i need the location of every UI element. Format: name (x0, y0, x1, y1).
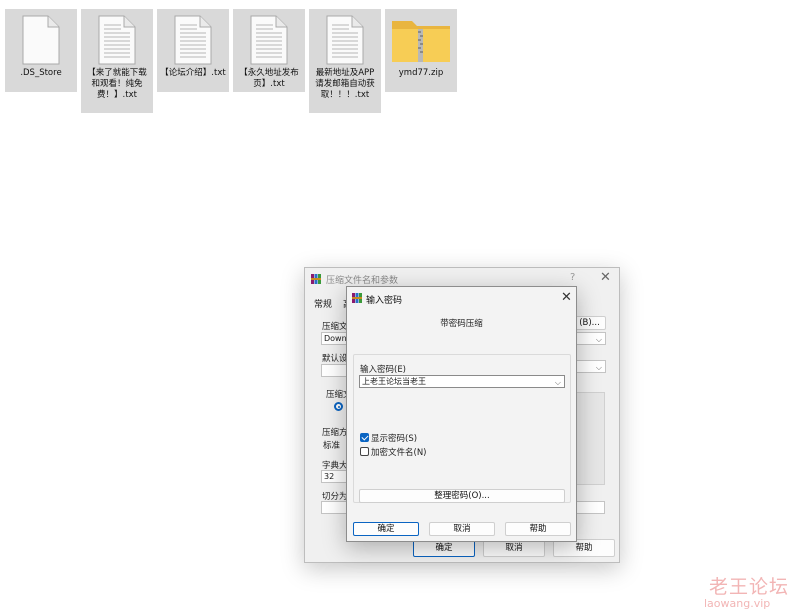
archive-dialog-title: 压缩文件名和参数 (326, 276, 399, 286)
file-name: 【论坛介绍】.txt (160, 68, 226, 78)
password-dialog[interactable]: 输入密码 ✕ 带密码压缩 输入密码(E) 上老王论坛当老王 ⌵ 显示密码(S) … (346, 286, 577, 542)
chevron-down-icon: ⌵ (595, 363, 602, 372)
zip-folder-icon (392, 21, 450, 62)
file-name: .DS_Store (20, 68, 62, 78)
dictionary-size-input[interactable]: 32 (321, 470, 347, 483)
winrar-icon (352, 293, 362, 303)
file-item-txt-download[interactable]: 【来了就能下载和观看！纯免费！】.txt (81, 9, 153, 113)
text-file-icon (250, 15, 288, 65)
encrypt-filenames-label[interactable]: 加密文件名(N) (371, 446, 427, 458)
file-name: 【永久地址发布页】.txt (239, 68, 299, 89)
split-volume-input[interactable] (321, 501, 347, 514)
file-item-zip[interactable]: ymd77.zip (385, 9, 457, 92)
close-icon[interactable]: ✕ (561, 290, 572, 305)
text-file-icon (326, 15, 364, 65)
chevron-down-icon: ⌵ (595, 335, 602, 344)
password-input[interactable]: 上老王论坛当老王 ⌵ (359, 375, 565, 388)
password-dialog-titlebar[interactable]: 输入密码 ✕ (347, 287, 576, 307)
organize-passwords-button[interactable]: 整理密码(O)... (359, 489, 565, 503)
winrar-icon (311, 274, 321, 284)
file-item-txt-forum-intro[interactable]: 【论坛介绍】.txt (157, 9, 229, 92)
encrypt-filenames-checkbox[interactable] (360, 447, 369, 456)
archive-format-label: 压缩文 (326, 390, 348, 400)
help-button[interactable]: 帮助 (505, 522, 571, 536)
close-icon[interactable]: ✕ (600, 270, 611, 285)
chevron-down-icon: ⌵ (554, 378, 561, 387)
compression-method-label: 压缩方 (322, 428, 348, 438)
archive-name-label: 压缩文 (322, 322, 348, 332)
file-name: 【来了就能下载和观看！纯免费！】.txt (87, 68, 147, 100)
default-profile-label: 默认设 (322, 354, 348, 364)
file-item-ds-store[interactable]: .DS_Store (5, 9, 77, 92)
show-password-checkbox[interactable] (360, 433, 369, 442)
text-file-icon (174, 15, 212, 65)
file-name: ymd77.zip (398, 68, 444, 78)
cancel-button[interactable]: 取消 (429, 522, 495, 536)
password-dialog-title: 输入密码 (366, 296, 403, 306)
file-item-txt-latest-address[interactable]: 最新地址及APP请发邮箱自动获取！！！.txt (309, 9, 381, 113)
watermark-text: 老王论坛 (709, 576, 790, 598)
help-question-icon[interactable]: ? (570, 272, 575, 283)
watermark-url: laowang.vip (704, 597, 771, 610)
password-heading: 带密码压缩 (440, 319, 483, 329)
password-label: 输入密码(E) (360, 365, 407, 375)
format-radio[interactable] (334, 402, 343, 411)
archive-name-input[interactable]: Downl (321, 332, 347, 345)
blank-file-icon (22, 15, 60, 65)
compression-method-value[interactable]: 标准 (323, 439, 347, 451)
ok-button[interactable]: 确定 (353, 522, 419, 536)
profile-input[interactable] (321, 364, 347, 377)
file-name: 最新地址及APP请发邮箱自动获取！！！.txt (315, 68, 375, 100)
password-text: 上老王论坛当老王 (362, 377, 426, 386)
show-password-label[interactable]: 显示密码(S) (371, 432, 417, 444)
text-file-icon (98, 15, 136, 65)
file-item-txt-permanent-address[interactable]: 【永久地址发布页】.txt (233, 9, 305, 92)
desktop-stage: .DS_Store 【来了就能下载和观看！纯免费！】.txt 【论坛介绍】.tx… (0, 0, 800, 615)
browse-button[interactable]: (B)... (573, 316, 606, 330)
tab-general[interactable]: 常规 (314, 297, 332, 310)
